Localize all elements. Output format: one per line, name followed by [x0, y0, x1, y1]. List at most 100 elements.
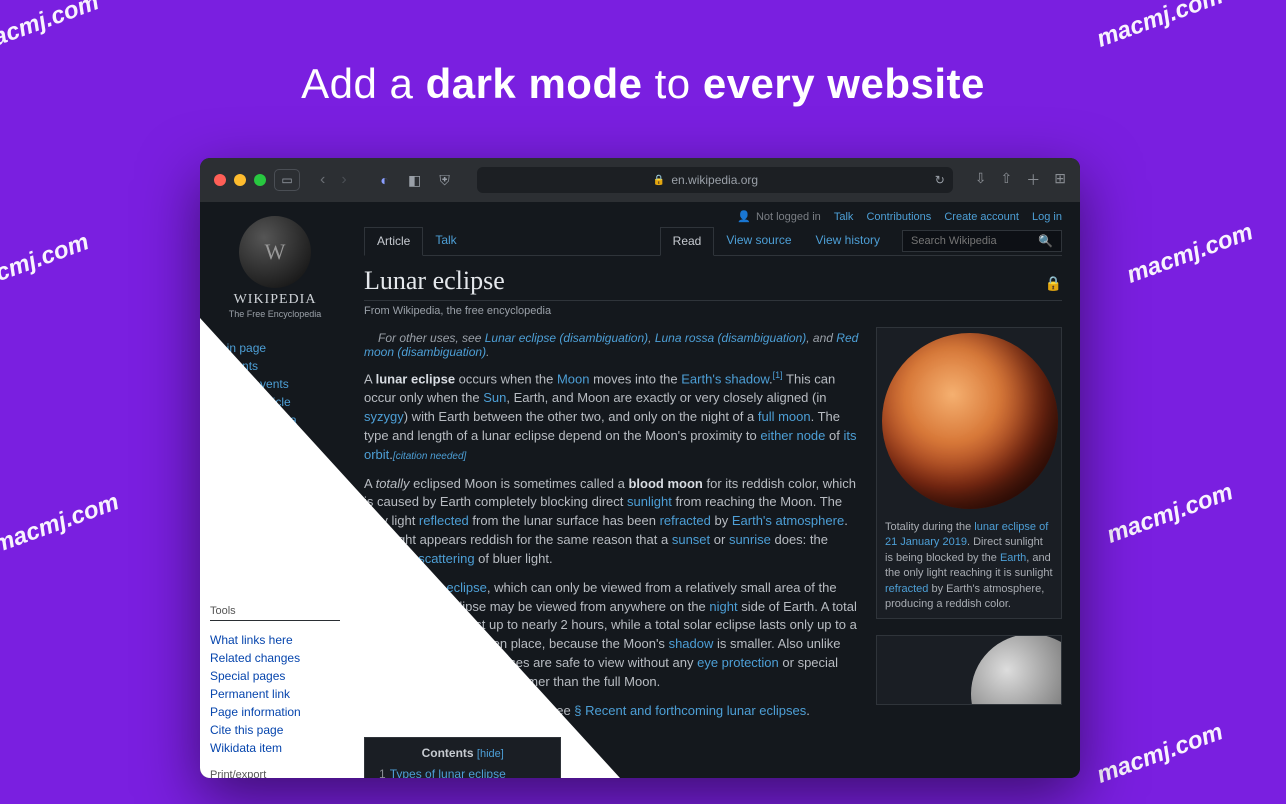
caption-link[interactable]: Earth	[1000, 552, 1026, 564]
tabs-overview-icon[interactable]: ⊞	[1054, 170, 1066, 190]
wikilink[interactable]: Moon	[557, 371, 590, 386]
wikilink[interactable]: shadow	[669, 636, 714, 651]
wikilink[interactable]: eye protection	[697, 655, 779, 670]
sidebar-link[interactable]: Contact us	[210, 429, 340, 447]
sidebar-toggle-icon[interactable]: ▭	[274, 169, 300, 191]
wikilink[interactable]: solar eclipse	[415, 580, 487, 595]
userbar-link[interactable]: Log in	[1032, 211, 1062, 223]
download-icon[interactable]: ⇩	[975, 170, 987, 190]
wikilink[interactable]: § Recent and forthcoming lunar eclipses	[574, 703, 806, 718]
address-bar[interactable]: 🔒 en.wikipedia.org ↻	[477, 167, 953, 193]
blood-moon-image	[882, 333, 1058, 509]
tab-view-source[interactable]: View source	[714, 227, 803, 255]
watermark: macmj.com	[1103, 478, 1237, 549]
sidebar-link[interactable]: Cite this page	[210, 721, 340, 739]
watermark: macmj.com	[0, 488, 123, 559]
protection-lock-icon: 🔒	[1045, 275, 1062, 292]
wikilink[interactable]: Rayleigh scattering	[364, 551, 475, 566]
wikilink[interactable]: Earth's shadow	[681, 371, 769, 386]
article-main: 👤 Not logged in Talk Contributions Creat…	[350, 202, 1080, 778]
noir-extension-icon[interactable]: ◐	[375, 170, 395, 190]
watermark: macmj.com	[0, 228, 93, 299]
search-box[interactable]: 🔍	[902, 230, 1062, 252]
wikilink[interactable]: full moon	[758, 409, 811, 424]
address-text: en.wikipedia.org	[671, 173, 758, 187]
wikilink[interactable]: reflected	[419, 513, 469, 528]
sidebar-link[interactable]: Random article	[210, 393, 340, 411]
sidebar-link[interactable]: Page information	[210, 703, 340, 721]
citation-needed[interactable]: [citation needed]	[393, 451, 466, 462]
wikipedia-globe-icon[interactable]	[239, 216, 311, 288]
tab-view-history[interactable]: View history	[804, 227, 892, 255]
reference[interactable]: [1]	[773, 370, 783, 380]
search-icon[interactable]: 🔍	[1038, 234, 1053, 248]
userbar-link[interactable]: Create account	[944, 211, 1019, 223]
article-subtitle: From Wikipedia, the free encyclopedia	[364, 301, 1062, 327]
wikilink[interactable]: syzygy	[364, 409, 404, 424]
search-input[interactable]	[911, 235, 1038, 247]
sidebar-link[interactable]: About Wikipedia	[210, 411, 340, 429]
watermark: macmj.com	[1093, 718, 1227, 789]
sidebar-link[interactable]: Donate	[210, 447, 340, 465]
sidebar-header: Tools	[210, 605, 340, 621]
lock-icon: 🔒	[653, 175, 665, 186]
sidebar-link[interactable]: Help	[210, 503, 340, 521]
wikilink[interactable]: either node	[760, 428, 825, 443]
moon-image	[971, 635, 1062, 705]
sidebar-link[interactable]: Wikidata item	[210, 739, 340, 757]
tab-article[interactable]: Article	[364, 227, 423, 256]
userbar-link[interactable]: Contributions	[866, 211, 931, 223]
hatnote-link[interactable]: Luna rossa (disambiguation)	[655, 331, 806, 345]
new-tab-icon[interactable]: ＋	[1026, 170, 1040, 190]
wikilink[interactable]: refracted	[660, 513, 711, 528]
watermark: macmj.com	[1123, 218, 1257, 289]
marketing-headline: Add a dark mode to every website	[0, 0, 1286, 138]
share-icon[interactable]: ⇧	[1001, 170, 1013, 190]
tab-read[interactable]: Read	[660, 227, 715, 256]
shield-icon[interactable]: ⛨	[435, 170, 455, 190]
sidebar-link[interactable]: Learn to edit	[210, 521, 340, 539]
titlebar: ▭ ‹ › ◐ ◧ ⛨ 🔒 en.wikipedia.org ↻ ⇩ ⇧ ＋ ⊞	[200, 158, 1080, 202]
sidebar-link[interactable]: Main page	[210, 339, 340, 357]
sidebar-link[interactable]: Special pages	[210, 667, 340, 685]
wikilink[interactable]: night	[709, 599, 737, 614]
sidebar-link[interactable]: Current events	[210, 375, 340, 393]
minimize-button[interactable]	[234, 174, 246, 186]
infobox-caption: Totality during the lunar eclipse of 21 …	[877, 514, 1061, 618]
maximize-button[interactable]	[254, 174, 266, 186]
user-bar: 👤 Not logged in Talk Contributions Creat…	[364, 202, 1062, 227]
toc-item[interactable]: 1Types of lunar eclipse	[379, 766, 546, 778]
forward-button[interactable]: ›	[335, 171, 352, 189]
wikipedia-sidebar: WIKIPEDIA The Free Encyclopedia Main pag…	[200, 202, 350, 778]
reload-icon[interactable]: ↻	[935, 173, 945, 187]
user-icon: 👤	[737, 211, 751, 223]
hatnote-link[interactable]: Lunar eclipse (disambiguation)	[485, 331, 648, 345]
userbar-link[interactable]: Talk	[834, 211, 854, 223]
sidebar-link[interactable]: Recent changes	[210, 557, 340, 575]
tab-talk[interactable]: Talk	[423, 227, 468, 255]
back-button[interactable]: ‹	[314, 171, 331, 189]
sidebar-link[interactable]: Community portal	[210, 539, 340, 557]
sidebar-link[interactable]: What links here	[210, 631, 340, 649]
wikilink[interactable]: sunlight	[627, 494, 672, 509]
reader-icon[interactable]: ◧	[405, 170, 425, 190]
wikilink[interactable]: sunrise	[729, 532, 771, 547]
close-button[interactable]	[214, 174, 226, 186]
sidebar-link[interactable]: Permanent link	[210, 685, 340, 703]
sidebar-link[interactable]: Related changes	[210, 649, 340, 667]
safari-window: ▭ ‹ › ◐ ◧ ⛨ 🔒 en.wikipedia.org ↻ ⇩ ⇧ ＋ ⊞…	[200, 158, 1080, 778]
wikilink[interactable]: Sun	[483, 390, 506, 405]
sidebar-link[interactable]: Upload file	[210, 575, 340, 593]
not-logged-label: Not logged in	[756, 211, 821, 223]
sidebar-link[interactable]: Contents	[210, 357, 340, 375]
infobox: Totality during the lunar eclipse of 21 …	[876, 327, 1062, 619]
sidebar-main-list: Main page Contents Current events Random…	[210, 339, 340, 465]
sidebar-header: Print/export	[210, 769, 340, 778]
wikilink[interactable]: sunset	[672, 532, 710, 547]
toc-hide-link[interactable]: [hide]	[477, 748, 504, 760]
wikilink[interactable]: Earth's atmosphere	[732, 513, 844, 528]
wikipedia-tagline: The Free Encyclopedia	[210, 309, 340, 319]
traffic-lights	[214, 174, 266, 186]
sidebar-header: Contribute	[210, 477, 340, 493]
caption-link[interactable]: refracted	[885, 583, 928, 595]
